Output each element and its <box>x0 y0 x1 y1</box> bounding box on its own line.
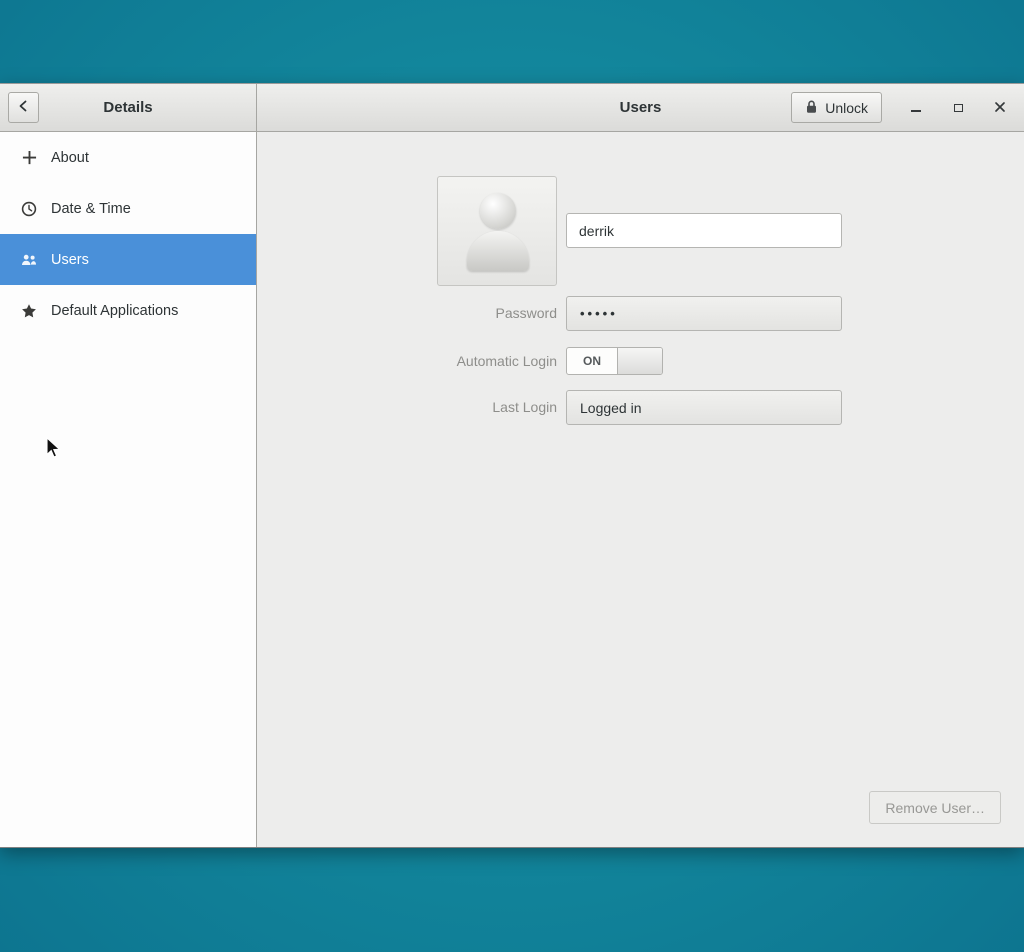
star-icon <box>21 303 37 319</box>
desktop-background: Details Users Unlock <box>0 0 1024 952</box>
last-login-button[interactable]: Logged in <box>566 390 842 425</box>
chevron-left-icon <box>16 98 32 117</box>
minimize-button[interactable] <box>902 94 930 122</box>
unlock-button-label: Unlock <box>825 100 868 116</box>
remove-user-button[interactable]: Remove User… <box>869 791 1001 824</box>
sidebar-item-date-time[interactable]: Date & Time <box>0 183 256 234</box>
user-avatar-button[interactable] <box>437 176 557 286</box>
username-input[interactable] <box>566 213 842 248</box>
sidebar-header: Details <box>0 84 257 132</box>
toggle-state-label: ON <box>567 348 617 374</box>
plus-icon <box>21 150 37 166</box>
automatic-login-label: Automatic Login <box>257 347 557 375</box>
close-button[interactable] <box>986 94 1014 122</box>
automatic-login-toggle[interactable]: ON <box>566 347 663 375</box>
content-header: Users Unlock <box>257 84 1024 132</box>
sidebar-item-label: About <box>51 150 89 166</box>
settings-window: Details Users Unlock <box>0 83 1024 848</box>
headerbar: Details Users Unlock <box>0 84 1024 132</box>
maximize-button[interactable] <box>944 94 972 122</box>
sidebar-item-label: Users <box>51 252 89 268</box>
toggle-handle <box>617 348 662 374</box>
unlock-button[interactable]: Unlock <box>791 92 882 123</box>
sidebar-item-label: Default Applications <box>51 303 178 319</box>
lock-icon <box>805 99 818 117</box>
users-panel: Password ••••• Automatic Login ON Last L… <box>257 132 1024 847</box>
sidebar-item-about[interactable]: About <box>0 132 256 183</box>
password-label: Password <box>257 296 557 331</box>
maximize-icon <box>954 104 963 112</box>
back-button[interactable] <box>8 92 39 123</box>
minimize-icon <box>911 104 921 112</box>
window-controls <box>902 84 1014 132</box>
sidebar-item-label: Date & Time <box>51 201 131 217</box>
sidebar: About Date & Time <box>0 132 257 847</box>
clock-icon <box>21 201 37 217</box>
users-icon <box>21 252 37 268</box>
close-icon <box>994 101 1006 116</box>
password-field[interactable]: ••••• <box>566 296 842 331</box>
last-login-label: Last Login <box>257 390 557 425</box>
sidebar-item-users[interactable]: Users <box>0 234 256 285</box>
sidebar-item-default-applications[interactable]: Default Applications <box>0 285 256 336</box>
